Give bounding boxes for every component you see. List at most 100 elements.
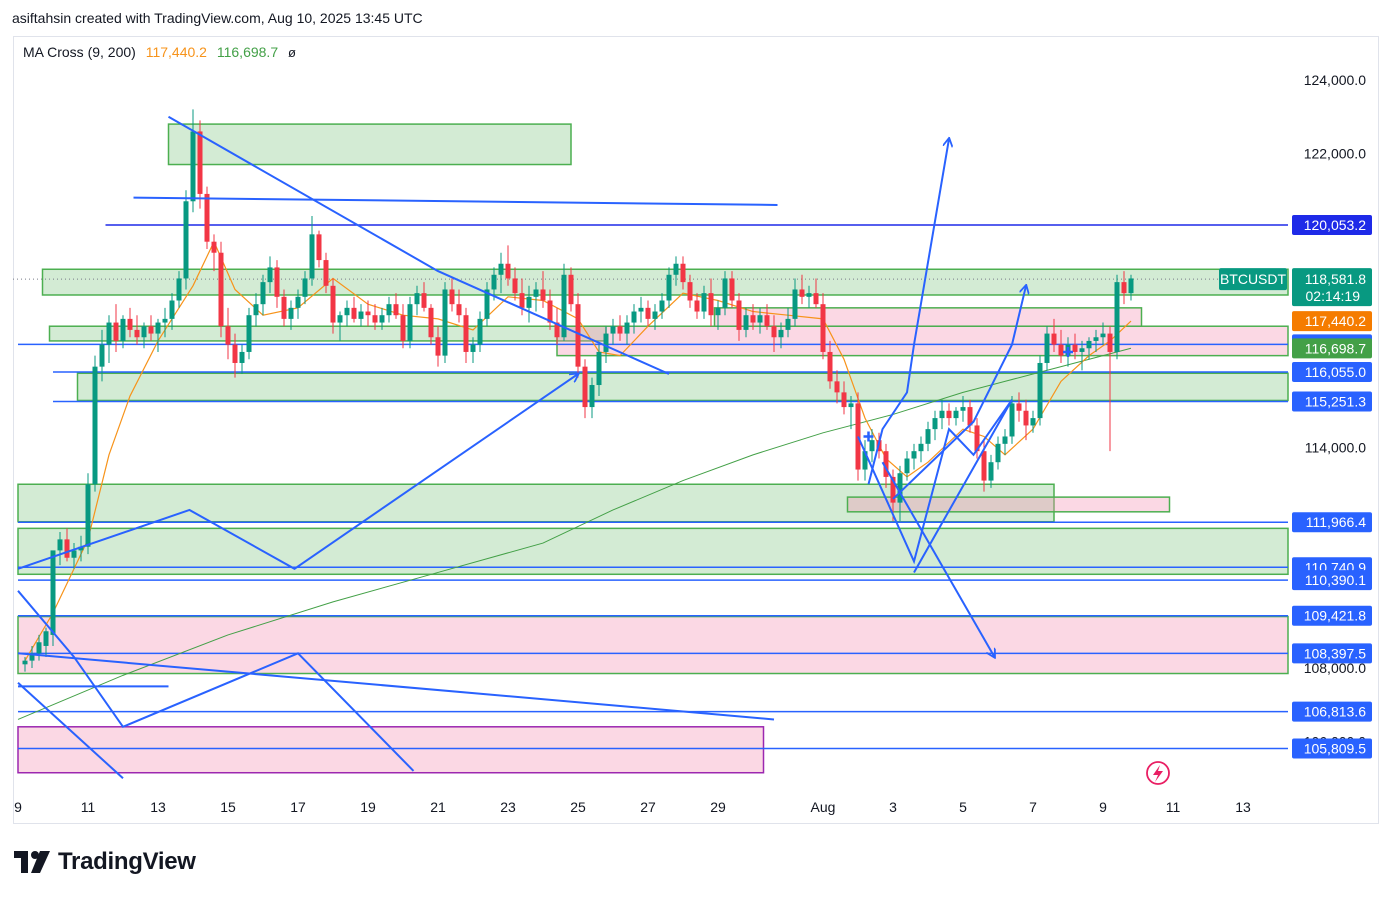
price-level-tag: 106,813.6: [1304, 704, 1366, 720]
candle-body: [421, 293, 427, 308]
candle-body: [71, 550, 77, 558]
candle-body: [1107, 333, 1113, 352]
candle-body: [470, 344, 476, 352]
candle-body: [428, 307, 434, 338]
candle-body: [1086, 340, 1092, 349]
candle-body: [925, 429, 931, 444]
candle-body: [120, 318, 126, 341]
eye-slash-icon[interactable]: ø: [288, 45, 296, 60]
candle-body: [134, 329, 140, 338]
candle-body: [344, 307, 350, 316]
candle-body: [92, 366, 98, 485]
tradingview-logo[interactable]: TradingView: [14, 848, 196, 876]
price-chart[interactable]: 124,000.0122,000.0114,000.0108,000.0106,…: [0, 0, 1392, 900]
candle-body: [64, 539, 70, 558]
candle-body: [449, 289, 455, 305]
candle-body: [477, 318, 483, 345]
zone-support: [48, 325, 607, 342]
candle-body: [99, 344, 105, 367]
candle-body: [820, 304, 826, 352]
x-axis-tick: 13: [150, 799, 166, 815]
chart-layers: 124,000.0122,000.0114,000.0108,000.0106,…: [13, 37, 1378, 823]
candle-body: [960, 407, 966, 411]
candle-body: [855, 403, 861, 470]
candle-body: [127, 318, 133, 330]
zone-resistance: [556, 325, 1289, 357]
candle-body: [337, 315, 343, 323]
candle-body: [316, 234, 322, 261]
candle-body: [232, 344, 238, 363]
y-axis-tick: 122,000.0: [1304, 146, 1366, 162]
lightning-icon-bolt: [1153, 765, 1163, 782]
tradingview-logo-icon: [14, 851, 50, 873]
candle-body: [442, 289, 448, 356]
candle-body: [1079, 348, 1085, 352]
price-level-tag: 108,397.5: [1304, 645, 1366, 661]
candle-body: [799, 289, 805, 297]
candle-body: [260, 282, 266, 305]
candle-body: [190, 131, 196, 202]
candle-body: [596, 351, 602, 386]
trend-line: [133, 196, 778, 206]
candle-body: [281, 296, 287, 319]
candle-body: [246, 315, 252, 352]
candle-body: [1030, 418, 1036, 426]
ma-value-tag: 117,440.2: [1305, 313, 1366, 329]
candle-body: [540, 289, 546, 301]
candle-body: [589, 385, 595, 408]
candle-body: [1002, 436, 1008, 444]
candle-body: [148, 326, 154, 334]
candle-body: [36, 642, 42, 654]
x-axis-tick: Aug: [811, 799, 836, 815]
candle-body: [687, 282, 693, 301]
candle-body: [603, 333, 609, 352]
candle-body: [393, 304, 399, 316]
zone-support: [76, 372, 1289, 402]
candle-body: [729, 278, 735, 301]
candle-body: [253, 304, 259, 316]
candle-body: [85, 484, 91, 547]
symbol-tag: BTCUSDT: [1220, 271, 1287, 287]
indicator-legend[interactable]: MA Cross (9, 200) 117,440.2 116,698.7 ø: [23, 44, 296, 60]
x-axis-tick: 11: [81, 799, 96, 815]
zone-resistance: [17, 615, 1289, 675]
tradingview-brand: TradingView: [58, 848, 196, 875]
candle-body: [834, 381, 840, 393]
candle-body: [414, 293, 420, 305]
candle-body: [204, 193, 210, 242]
candle-body: [456, 304, 462, 316]
candle-body: [176, 278, 182, 301]
price-level-tag: 105,809.5: [1304, 741, 1366, 757]
candle-body: [1051, 333, 1057, 345]
candle-body: [435, 337, 441, 356]
candle-body: [1072, 344, 1078, 352]
candle-body: [498, 263, 504, 275]
candle-body: [645, 307, 651, 319]
candle-body: [995, 443, 1001, 463]
candle-body: [309, 234, 315, 279]
candle-body: [708, 293, 714, 316]
candle-body: [666, 274, 672, 301]
candle-body: [57, 539, 63, 551]
candle-body: [288, 307, 294, 319]
candle-body: [379, 315, 385, 323]
price-level-tag: 120,053.2: [1304, 217, 1366, 233]
ma-9-value: 117,440.2: [145, 44, 207, 60]
candle-body: [638, 307, 644, 312]
zone-resistance: [846, 496, 1171, 513]
candle-body: [463, 315, 469, 352]
x-axis-tick: 27: [640, 799, 656, 815]
candle-body: [225, 326, 231, 345]
y-axis-tick: 114,000.0: [1305, 440, 1366, 456]
candle-body: [519, 293, 525, 308]
x-axis-tick: 29: [710, 799, 726, 815]
ma-value-tag: 116,698.7: [1305, 340, 1366, 356]
candle-body: [50, 550, 56, 635]
candle-body: [904, 458, 910, 474]
candle-body: [680, 263, 686, 283]
price-level-tag: 110,390.1: [1305, 572, 1366, 588]
x-axis-tick: 9: [14, 799, 22, 815]
candle-body: [330, 285, 336, 323]
candle-body: [1016, 403, 1022, 411]
x-axis-tick: 7: [1029, 799, 1037, 815]
